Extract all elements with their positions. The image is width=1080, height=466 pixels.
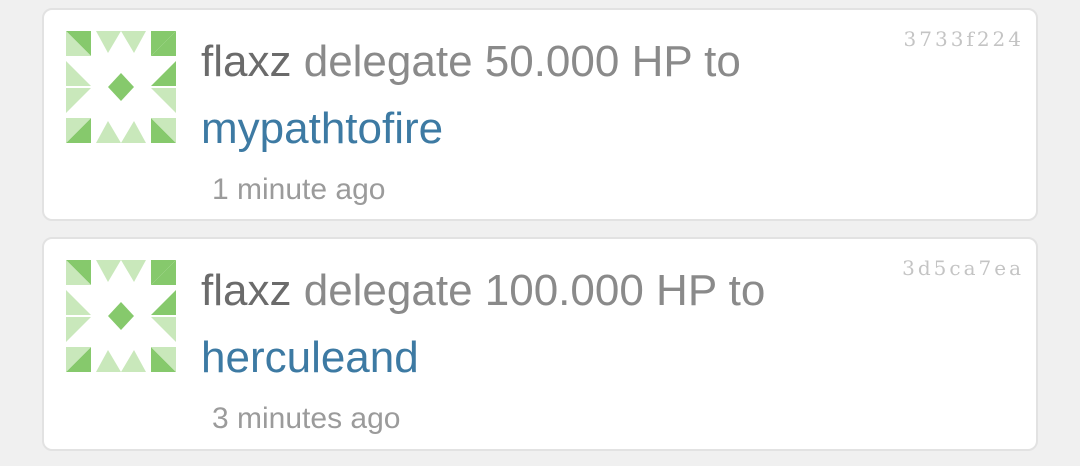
identicon-icon[interactable] — [66, 31, 176, 143]
operation-action: delegate 50.000 HP to — [303, 37, 741, 86]
timestamp: 1 minute ago — [212, 173, 386, 206]
timestamp: 3 minutes ago — [212, 402, 401, 435]
target-account-link[interactable]: mypathtofire — [201, 105, 443, 153]
identicon-graphic — [66, 260, 176, 372]
transaction-id[interactable]: 3733f224 — [904, 27, 1024, 51]
operations-feed: flaxz delegate 50.000 HP to mypathtofire… — [0, 0, 1080, 466]
identicon-graphic — [66, 31, 176, 143]
target-account-link[interactable]: herculeand — [201, 334, 419, 382]
user-link[interactable]: flaxz — [201, 37, 291, 86]
identicon-icon[interactable] — [66, 260, 176, 372]
operation-action: delegate 100.000 HP to — [303, 266, 766, 315]
operation-headline: flaxz delegate 50.000 HP to — [201, 38, 741, 86]
operation-card: flaxz delegate 100.000 HP to herculeand … — [42, 237, 1038, 451]
transaction-id[interactable]: 3d5ca7ea — [902, 256, 1024, 280]
operation-card: flaxz delegate 50.000 HP to mypathtofire… — [42, 8, 1038, 221]
user-link[interactable]: flaxz — [201, 266, 291, 315]
operation-headline: flaxz delegate 100.000 HP to — [201, 267, 765, 315]
